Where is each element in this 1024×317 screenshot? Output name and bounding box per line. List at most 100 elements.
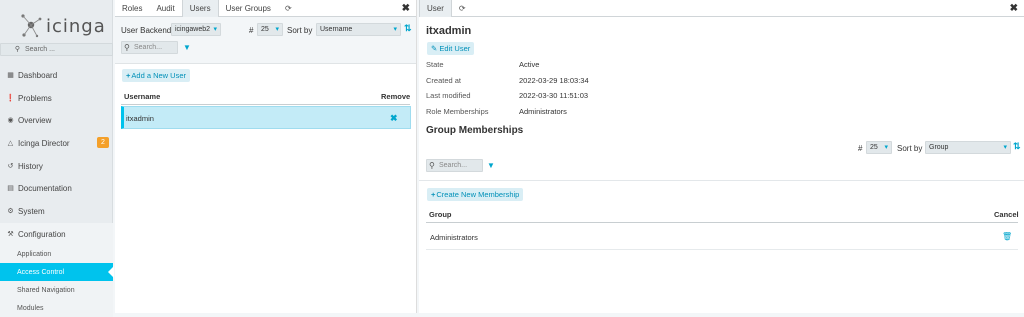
users-pane: Roles Audit Users User Groups ⟳ ✖ User B… (115, 0, 417, 313)
sidebar-item-label: Dashboard (18, 70, 58, 80)
sidebar-subitem-label: Modules (17, 304, 44, 312)
limit-select[interactable]: 25 ▾ (257, 23, 283, 36)
remove-icon[interactable]: ✖ (390, 113, 398, 124)
add-user-label: Add a New User (131, 71, 186, 80)
problems-icon: ❗ (6, 95, 15, 102)
limit-value: 25 (261, 26, 269, 33)
sidebar-subitem-label: Shared Navigation (17, 286, 75, 294)
limit-select[interactable]: 25 ▾ (866, 141, 892, 154)
filter-icon[interactable]: ▼ (487, 161, 495, 170)
column-group[interactable]: Group (429, 210, 452, 219)
sort-label: Sort by (897, 144, 923, 153)
add-user-button[interactable]: +Add a New User (122, 69, 190, 82)
user-backend-select[interactable]: icingaweb2 ▾ (171, 23, 221, 36)
username-cell[interactable]: itxadmin (126, 114, 154, 123)
column-cancel: Cancel (994, 210, 1019, 219)
limit-label: # (249, 26, 254, 35)
search-placeholder: Search... (439, 162, 468, 169)
field-state-value: Active (519, 60, 540, 69)
sidebar-item-label: Configuration (18, 229, 66, 239)
logo-text: icinga (46, 15, 106, 37)
close-icon[interactable]: ✖ (1010, 3, 1018, 14)
icinga-logo[interactable]: icinga (20, 8, 106, 44)
close-icon[interactable]: ✖ (402, 3, 410, 14)
tab-audit[interactable]: Audit (149, 0, 181, 17)
field-state-key: State (426, 60, 444, 69)
search-icon: ⚲ (429, 161, 435, 170)
sidebar-subitem-modules[interactable]: Modules (0, 299, 113, 317)
sort-value: Group (929, 144, 949, 151)
group-memberships-title: Group Memberships (426, 125, 524, 136)
refresh-icon[interactable]: ⟳ (278, 0, 299, 17)
sidebar-item-configuration[interactable]: ⚒ Configuration (0, 223, 113, 245)
sort-select[interactable]: Username ▾ (316, 23, 401, 36)
field-roles-key: Role Memberships (426, 107, 489, 116)
sidebar-item-label: Icinga Director (18, 138, 70, 148)
users-tabs: Roles Audit Users User Groups ⟳ ✖ (115, 0, 416, 17)
sidebar-item-overview[interactable]: ◉ Overview (0, 109, 113, 131)
sidebar-item-history[interactable]: ↺ History (0, 155, 113, 177)
sidebar-item-documentation[interactable]: ▤ Documentation (0, 177, 113, 199)
user-backend-label: User Backend (121, 26, 172, 35)
user-tabs: User ⟳ ✖ (419, 0, 1024, 17)
plus-icon: + (431, 190, 436, 199)
search-placeholder: Search... (134, 44, 163, 51)
sidebar-subitem-label: Access Control (17, 268, 65, 276)
sort-direction-icon[interactable]: ⇅ (1013, 141, 1021, 152)
tab-roles[interactable]: Roles (115, 0, 149, 17)
table-row[interactable] (121, 106, 411, 129)
user-backend-value: icingaweb2 (175, 26, 211, 33)
tab-user[interactable]: User (419, 0, 452, 17)
director-badge: 2 (97, 137, 109, 148)
row-divider (426, 249, 1018, 250)
sort-select[interactable]: Group ▾ (925, 141, 1011, 154)
sidebar-search[interactable]: ⚲ Search ... (0, 43, 113, 56)
search-icon: ⚲ (14, 46, 21, 53)
sidebar-item-label: System (18, 206, 45, 216)
user-detail-pane: User ⟳ ✖ itxadmin ✎ Edit User State Acti… (419, 0, 1024, 313)
sort-direction-icon[interactable]: ⇅ (404, 23, 412, 34)
sidebar-item-dashboard[interactable]: ▦ Dashboard (0, 64, 113, 86)
field-modified-key: Last modified (426, 91, 471, 100)
search-input[interactable]: ⚲ Search... (426, 159, 483, 172)
wrench-icon: ⚒ (7, 231, 14, 238)
sidebar-subitem-shared-navigation[interactable]: Shared Navigation (0, 281, 113, 299)
column-remove: Remove (381, 92, 411, 101)
sidebar-search-label: Search ... (25, 46, 55, 53)
dashboard-icon: ▦ (7, 72, 14, 79)
sidebar-subitem-application[interactable]: Application (0, 245, 113, 263)
sidebar-item-icinga-director[interactable]: △ Icinga Director 2 (0, 132, 113, 154)
controls-divider (419, 180, 1024, 181)
filter-icon[interactable]: ▼ (183, 43, 191, 52)
history-icon: ↺ (7, 163, 14, 170)
director-icon: △ (7, 140, 14, 147)
tab-user-groups[interactable]: User Groups (219, 0, 278, 17)
chevron-down-icon: ▾ (393, 26, 397, 33)
binoculars-icon: ◉ (7, 117, 14, 124)
sidebar-item-system[interactable]: ⚙ System (0, 200, 113, 222)
book-icon: ▤ (7, 185, 14, 192)
chevron-down-icon: ▾ (275, 26, 279, 33)
tab-users[interactable]: Users (181, 0, 219, 17)
gears-icon: ⚙ (7, 208, 14, 215)
refresh-icon[interactable]: ⟳ (452, 0, 473, 17)
users-controls: User Backend icingaweb2 ▾ # 25 ▾ Sort by… (115, 17, 416, 64)
edit-user-button[interactable]: ✎ Edit User (427, 42, 475, 55)
table-header-divider (426, 222, 1018, 223)
sidebar-subitem-access-control[interactable]: Access Control (0, 263, 114, 281)
sidebar-item-label: Documentation (18, 183, 72, 193)
create-membership-button[interactable]: +Create New Membership (427, 188, 524, 201)
column-username[interactable]: Username (124, 92, 160, 101)
plus-icon: + (126, 71, 131, 80)
search-input[interactable]: ⚲ Search... (121, 41, 178, 54)
trash-icon[interactable]: 🗑 (1002, 232, 1012, 241)
edit-icon: ✎ (431, 44, 438, 53)
sidebar-item-problems[interactable]: ❗ Problems (0, 87, 113, 109)
sidebar: icinga ⚲ Search ... ▦ Dashboard ❗ Proble… (0, 0, 114, 317)
sidebar-item-label: Overview (18, 115, 52, 125)
limit-label: # (858, 144, 863, 153)
field-created-value: 2022-03-29 18:03:34 (519, 76, 589, 85)
sidebar-item-label: History (18, 161, 43, 171)
group-cell[interactable]: Administrators (430, 233, 478, 242)
table-header-divider (121, 104, 410, 105)
